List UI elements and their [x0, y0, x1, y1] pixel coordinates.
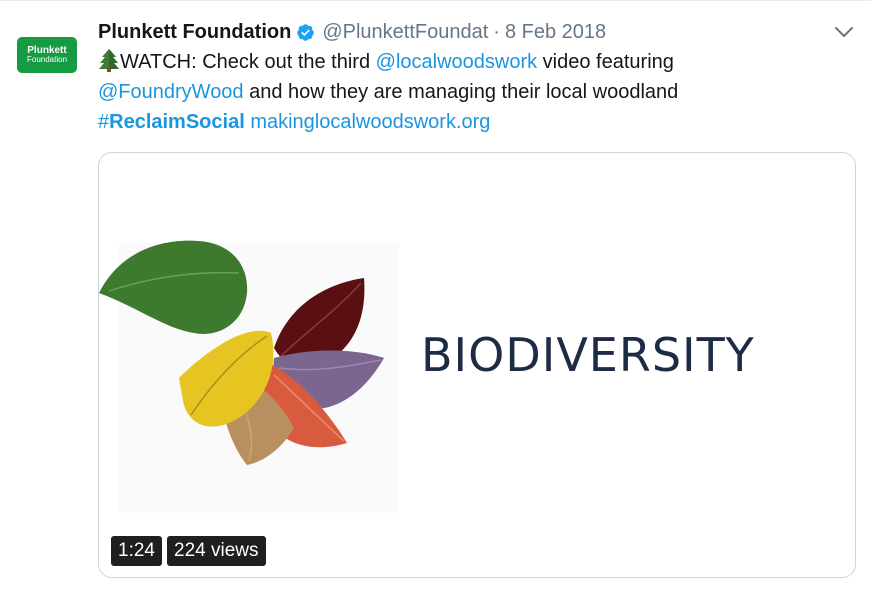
mention-localwoodswork-link[interactable]: @localwoodswork: [376, 51, 537, 73]
tweet-text-line-2: @FoundryWood and how they are managing t…: [98, 77, 848, 107]
video-duration-badge: 1:24: [111, 536, 162, 566]
tweet-text-line-3: #ReclaimSocial makinglocalwoodswork.org: [98, 107, 848, 137]
tweet-text-watch: WATCH: Check out the third: [120, 51, 376, 73]
avatar[interactable]: Plunkett Foundation: [17, 37, 77, 73]
video-player[interactable]: BIODIVERSITY 1:24 224 views: [98, 152, 856, 578]
avatar-line2: Foundation: [26, 55, 68, 65]
verified-badge-icon: [296, 23, 315, 42]
tweet-text: WATCH: Check out the third @localwoodswo…: [98, 47, 848, 137]
url-link[interactable]: makinglocalwoodswork.org: [250, 111, 490, 133]
video-title-text: BIODIVERSITY: [421, 328, 755, 382]
tweet-date[interactable]: 8 Feb 2018: [505, 21, 606, 44]
hashtag-reclaimsocial-link[interactable]: #ReclaimSocial: [98, 111, 245, 133]
evergreen-tree-icon: [98, 48, 120, 72]
author-name[interactable]: Plunkett Foundation: [98, 21, 291, 44]
tweet-text-after-mention2: and how they are managing their local wo…: [243, 81, 679, 103]
author-handle[interactable]: @PlunkettFoundat: [322, 21, 488, 44]
tweet-header: Plunkett Foundation @PlunkettFoundat · 8…: [98, 17, 606, 47]
tweet-text-after-mention1: video featuring: [537, 51, 674, 73]
hashtag-text: ReclaimSocial: [109, 111, 245, 133]
header-separator: ·: [493, 20, 500, 43]
chevron-down-icon[interactable]: [833, 23, 855, 41]
hashtag-symbol: #: [98, 111, 110, 133]
tweet-text-line-1: WATCH: Check out the third @localwoodswo…: [98, 47, 848, 77]
tweet-card[interactable]: Plunkett Foundation Plunkett Foundation …: [0, 0, 871, 591]
video-views-badge: 224 views: [167, 536, 266, 566]
mention-foundrywood-link[interactable]: @FoundryWood: [98, 81, 244, 103]
